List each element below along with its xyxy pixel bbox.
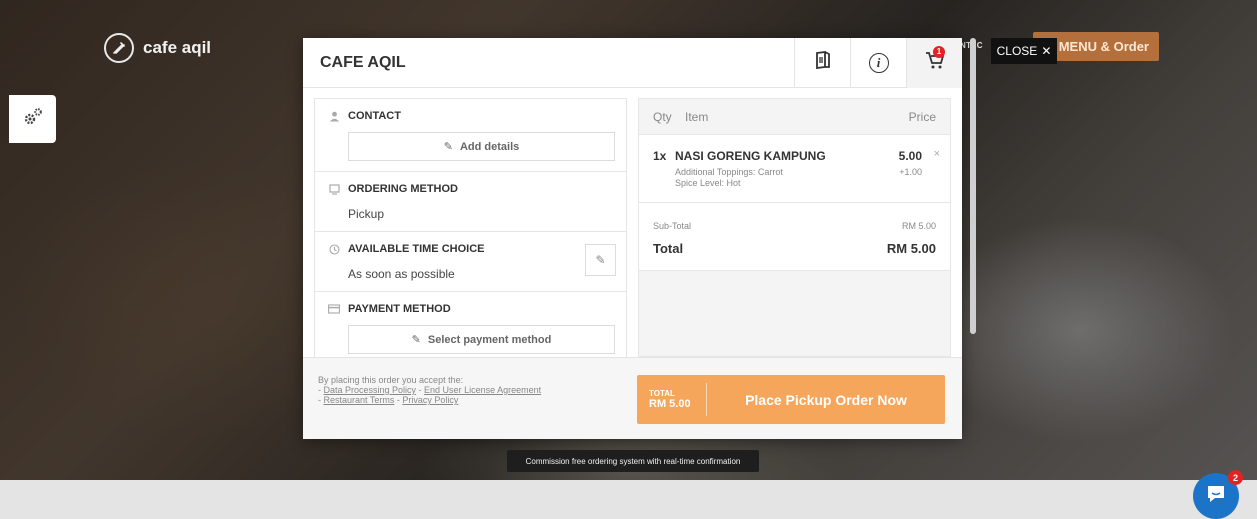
place-order-button[interactable]: TOTAL RM 5.00 Place Pickup Order Now <box>637 375 945 424</box>
cart-item-qty: 1x <box>653 149 667 163</box>
close-button[interactable]: CLOSE ✕ <box>991 38 1057 64</box>
modal-body: CONTACT ✎ Add details ORDERING METHOD Pi… <box>303 89 962 357</box>
cart-summary: Qty Item Price 1x NASI GORENG KAMPUNG 5.… <box>638 98 951 357</box>
edit-time-button[interactable]: ✎ <box>585 244 616 276</box>
chat-badge: 2 <box>1228 470 1243 485</box>
page-bottom-band <box>0 480 1257 519</box>
cart-totals: Sub-Total RM 5.00 Total RM 5.00 <box>639 203 950 271</box>
select-payment-label: Select payment method <box>427 333 552 346</box>
site-logo[interactable]: cafe aqil <box>104 33 211 63</box>
modal-header: CAFE AQIL i 1 <box>303 37 962 88</box>
terms-separator: - <box>416 385 425 395</box>
info-icon: i <box>868 52 889 73</box>
pencil-icon: ✎ <box>411 334 421 346</box>
checkout-details: CONTACT ✎ Add details ORDERING METHOD Pi… <box>314 98 627 357</box>
clock-icon <box>328 243 340 255</box>
add-details-button[interactable]: ✎ Add details <box>348 132 615 161</box>
contact-section: CONTACT ✎ Add details <box>315 99 626 172</box>
payment-method-title: PAYMENT METHOD <box>348 303 451 315</box>
cart-button[interactable]: 1 <box>906 37 962 88</box>
ordering-method-title: ORDERING METHOD <box>348 183 458 195</box>
eula-link[interactable]: End User License Agreement <box>424 385 541 395</box>
chat-icon <box>1205 483 1227 510</box>
terms-text: By placing this order you accept the: - … <box>318 375 618 405</box>
contact-title: CONTACT <box>348 110 401 122</box>
total-value: RM 5.00 <box>886 241 936 256</box>
cart-item-option-price: +1.00 <box>899 167 922 177</box>
cart-item[interactable]: 1x NASI GORENG KAMPUNG 5.00 × Additional… <box>639 135 950 203</box>
col-item: Item <box>685 109 709 124</box>
settings-tab[interactable] <box>9 95 56 143</box>
cart-item-option: Spice Level: Hot <box>675 178 741 188</box>
close-label: CLOSE <box>996 44 1038 58</box>
pencil-icon: ✎ <box>595 253 606 267</box>
cart-item-price: 5.00 <box>898 149 922 163</box>
utensils-icon <box>104 33 134 63</box>
remove-item-icon[interactable]: × <box>934 148 940 160</box>
order-modal: CAFE AQIL i 1 CONTACT ✎ Add details ORDE… <box>303 37 962 439</box>
ordering-method-value: Pickup <box>348 207 385 221</box>
total-label: Total <box>653 241 684 256</box>
subtotal-value: RM 5.00 <box>901 221 936 231</box>
col-qty: Qty <box>653 109 672 124</box>
cart-count-badge: 1 <box>933 45 945 58</box>
modal-title: CAFE AQIL <box>320 53 406 71</box>
cart-header-row: Qty Item Price <box>639 99 950 135</box>
restaurant-terms-link[interactable]: Restaurant Terms <box>324 395 395 405</box>
cart-item-name: NASI GORENG KAMPUNG <box>675 149 826 163</box>
modal-scrollbar[interactable] <box>970 38 976 334</box>
order-total-label: TOTAL <box>649 389 675 398</box>
data-processing-policy-link[interactable]: Data Processing Policy <box>324 385 417 395</box>
add-details-label: Add details <box>459 140 520 153</box>
ordering-method-icon <box>328 183 340 195</box>
time-choice-value: As soon as possible <box>348 267 455 281</box>
credit-card-icon <box>328 303 340 315</box>
order-total-box: TOTAL RM 5.00 <box>637 383 707 416</box>
payment-method-section: PAYMENT METHOD ✎ Select payment method <box>315 292 626 357</box>
privacy-policy-link[interactable]: Privacy Policy <box>402 395 458 405</box>
logo-text: cafe aqil <box>143 38 212 57</box>
user-icon <box>328 110 340 122</box>
cart-item-option: Additional Toppings: Carrot <box>675 167 783 177</box>
terms-intro: By placing this order you accept the: <box>318 375 464 385</box>
subtotal-label: Sub-Total <box>653 221 692 231</box>
close-icon: ✕ <box>1041 44 1052 58</box>
tooltip: Commission free ordering system with rea… <box>507 450 759 472</box>
col-price: Price <box>908 109 936 124</box>
order-total-value: RM 5.00 <box>649 398 691 410</box>
pencil-icon: ✎ <box>443 141 453 153</box>
info-button[interactable]: i <box>850 37 906 88</box>
menu-book-icon <box>815 50 831 74</box>
modal-footer: By placing this order you accept the: - … <box>303 357 962 439</box>
select-payment-button[interactable]: ✎ Select payment method <box>348 325 615 354</box>
gears-icon <box>22 107 44 132</box>
ordering-method-section: ORDERING METHOD Pickup <box>315 172 626 232</box>
place-order-label: Place Pickup Order Now <box>745 391 907 408</box>
menu-book-button[interactable] <box>794 37 850 88</box>
time-choice-section: AVAILABLE TIME CHOICE As soon as possibl… <box>315 232 626 292</box>
time-choice-title: AVAILABLE TIME CHOICE <box>348 243 485 255</box>
